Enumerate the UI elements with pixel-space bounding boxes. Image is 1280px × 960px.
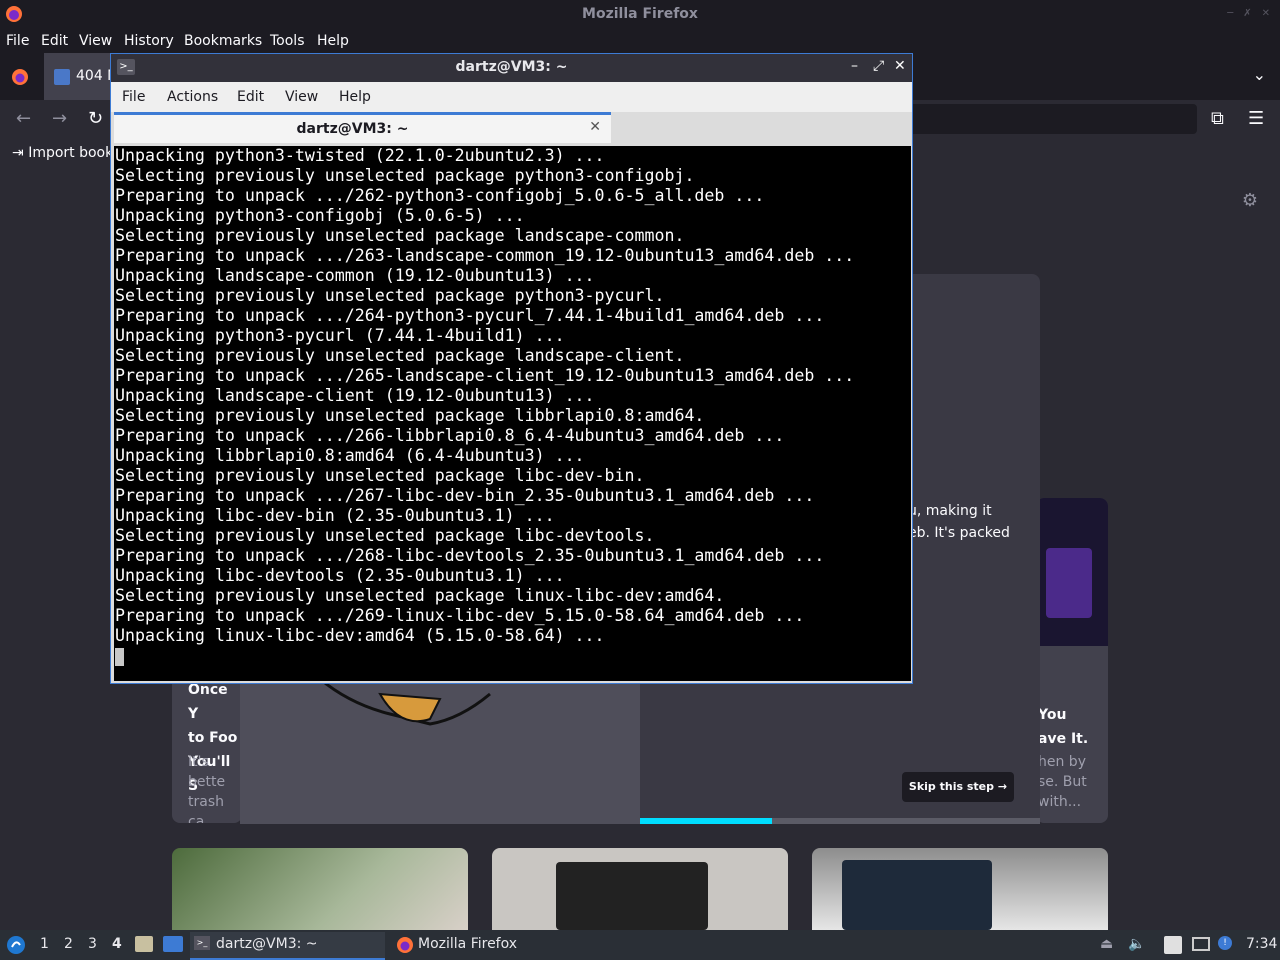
snippet-line1: u, making it [908,503,992,519]
terminal-output-text: Unpacking python3-twisted (22.1.0-2ubunt… [115,146,855,645]
terminal-menubar: File Actions Edit View Help [111,82,912,112]
gear-icon[interactable]: ⚙ [1242,190,1258,211]
maximize-icon[interactable]: ✗ [1243,8,1251,19]
clock: 7:34 [1246,936,1278,952]
progress-fill [640,818,772,824]
menu-history[interactable]: History [124,33,174,49]
firefox-window-title: Mozilla Firefox [582,6,698,22]
terminal-menu-actions[interactable]: Actions [167,89,218,105]
maximize-icon[interactable]: ⤢ [873,58,884,74]
right-card-body: hen by se. But with... [1038,752,1087,812]
extensions-icon[interactable]: ⧉ [1211,108,1224,129]
story-card-right[interactable]: You ave It. hen by se. But with... [1036,498,1108,823]
import-icon: ⇥ [12,145,29,161]
network-icon[interactable] [1192,937,1210,951]
file-manager-icon[interactable] [135,936,153,952]
left-card-body-line2: trash ca [188,794,224,823]
menu-file[interactable]: File [6,33,29,49]
right-card-body-line3: with... [1038,794,1082,810]
task-firefox-label: Mozilla Firefox [418,936,518,952]
left-card-title-line2: to Foo [188,730,238,746]
terminal-cursor [115,647,124,666]
taskbar: 1 2 3 4 >_ dartz@VM3: ~ Mozilla Firefox … [0,930,1280,960]
left-card-body: It's bette trash ca [188,752,242,823]
workspace-4[interactable]: 4 [112,936,122,952]
firefox-task-icon [397,937,413,953]
firefox-window-controls[interactable]: ─ ✗ ✕ [1227,8,1270,19]
workspace-3[interactable]: 3 [88,936,97,952]
volume-icon[interactable]: 🔈 [1128,936,1145,952]
task-terminal[interactable]: >_ dartz@VM3: ~ [190,932,385,960]
story-photo-1[interactable] [172,848,468,930]
terminal-menu-help[interactable]: Help [339,89,371,105]
terminal-tab-label: dartz@VM3: ~ [296,121,409,137]
menu-view[interactable]: View [79,33,112,49]
firefox-menubar: File Edit View History Bookmarks Tools H… [0,29,1280,53]
firefox-titlebar: Mozilla Firefox ─ ✗ ✕ [0,0,1280,29]
list-all-tabs-icon[interactable]: ⌄ [1253,65,1266,84]
left-card-body-line1: It's bette [188,754,226,790]
start-menu-icon[interactable] [6,935,26,955]
story-photo-3[interactable] [812,848,1108,930]
laptop-screen-shape [556,862,708,930]
menu-edit[interactable]: Edit [41,33,68,49]
site-favicon-icon [54,69,70,85]
skip-this-step-button[interactable]: Skip this step → [902,772,1014,802]
reload-icon[interactable]: ↻ [88,108,103,129]
terminal-titlebar[interactable]: >_ dartz@VM3: ~ – ⤢ ✕ [111,54,912,82]
story-photo-2[interactable] [492,848,788,930]
terminal-task-icon: >_ [194,936,210,950]
workspace-1[interactable]: 1 [40,936,49,952]
notification-icon[interactable]: ! [1218,936,1232,950]
right-card-body-line2: se. But [1038,774,1087,790]
minimize-icon[interactable]: – [851,58,858,74]
right-card-title: You ave It. [1038,703,1088,751]
terminal-window[interactable]: >_ dartz@VM3: ~ – ⤢ ✕ File Actions Edit … [110,53,913,684]
menu-bookmarks[interactable]: Bookmarks [184,33,262,49]
show-desktop-icon[interactable] [163,936,183,952]
back-icon[interactable]: ← [16,108,31,129]
terminal-menu-view[interactable]: View [285,89,318,105]
import-bookmarks-label: Import book [28,145,114,161]
minimize-icon[interactable]: ─ [1227,8,1233,19]
menu-tools[interactable]: Tools [270,33,305,49]
eject-icon[interactable]: ⏏ [1100,936,1113,952]
firefox-view-icon[interactable] [10,67,30,87]
terminal-output[interactable]: Unpacking python3-twisted (22.1.0-2ubunt… [114,146,911,681]
menu-help[interactable]: Help [317,33,349,49]
left-card-title-line1: Once Y [188,682,228,722]
terminal-tabbar: dartz@VM3: ~ ✕ [111,112,912,144]
task-terminal-label: dartz@VM3: ~ [216,936,318,952]
delivery-van-shape [842,860,992,930]
snippet-line2: eb. It's packed [908,525,1010,541]
terminal-window-title: dartz@VM3: ~ [455,59,568,75]
right-card-title-line2: ave It. [1038,731,1089,747]
onboarding-progress-bar [640,818,1040,824]
forward-icon[interactable]: → [52,108,67,129]
onboarding-snippet: u, making it eb. It's packed [908,500,1010,544]
clipboard-icon[interactable] [1164,936,1182,954]
terminal-menu-edit[interactable]: Edit [237,89,264,105]
right-card-title-line1: You [1038,707,1067,723]
app-menu-icon[interactable]: ☰ [1248,108,1264,129]
terminal-tab[interactable]: dartz@VM3: ~ ✕ [114,112,611,143]
close-icon[interactable]: ✕ [894,58,906,74]
close-tab-icon[interactable]: ✕ [589,119,601,135]
right-card-body-line1: hen by [1038,754,1086,770]
terminal-menu-file[interactable]: File [122,89,145,105]
close-icon[interactable]: ✕ [1262,8,1270,19]
right-card-image [1036,498,1108,646]
neon-sign-shape [1046,548,1092,618]
task-firefox[interactable]: Mozilla Firefox [392,932,592,958]
import-bookmarks-link[interactable]: ⇥ Import book [12,145,113,161]
workspace-2[interactable]: 2 [64,936,73,952]
